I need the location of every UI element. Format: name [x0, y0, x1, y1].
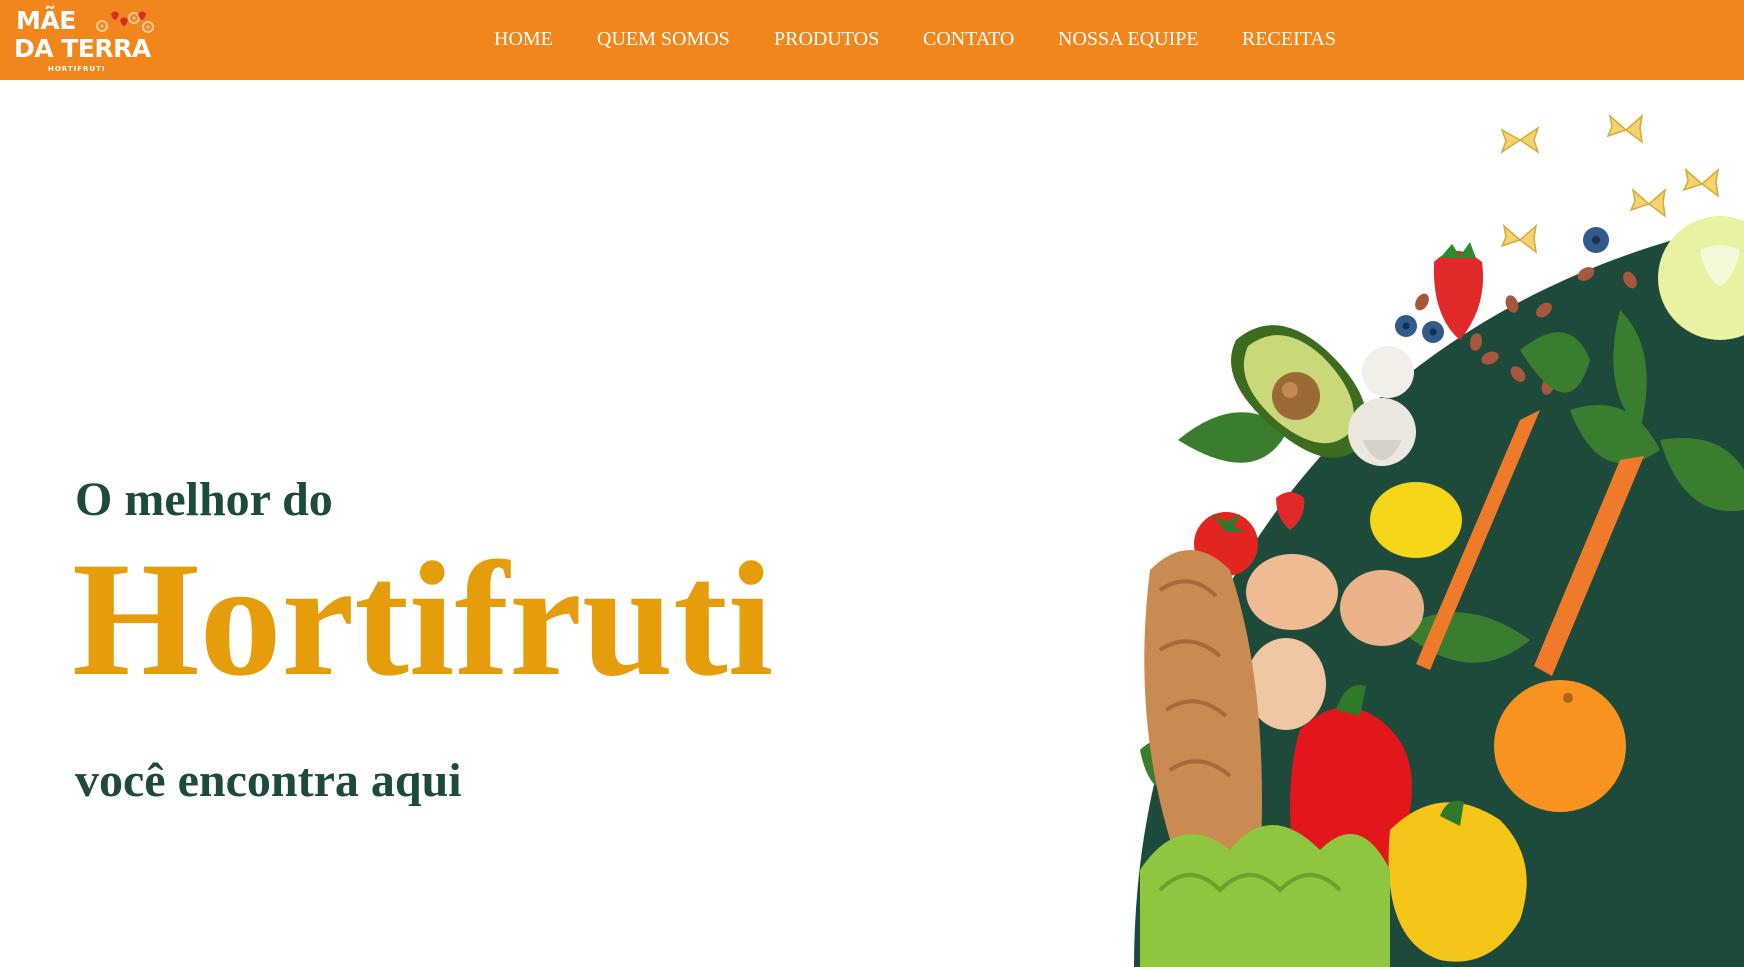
logo-text-line1: MÃE	[16, 6, 76, 35]
nav-link-quem-somos[interactable]: QUEM SOMOS	[597, 28, 730, 51]
brand-logo[interactable]: MÃE DA TERRA HORTIFRUTI	[14, 4, 154, 76]
nav-link-nossa-equipe[interactable]: NOSSA EQUIPE	[1058, 28, 1199, 51]
fruit-decoration-icon	[96, 11, 154, 33]
nav-link-receitas[interactable]: RECEITAS	[1242, 28, 1336, 51]
hero-intro-text: O melhor do	[75, 473, 333, 526]
nav-link-home[interactable]: HOME	[494, 28, 553, 51]
nav-link-produtos[interactable]: PRODUTOS	[774, 28, 879, 51]
hero-headline: Hortifruti	[72, 529, 774, 710]
hero-subtext: você encontra aqui	[75, 754, 462, 807]
logo-text-line2: DA TERRA	[14, 34, 151, 63]
produce-illustration	[1134, 114, 1744, 967]
top-navbar: MÃE DA TERRA HORTIFRUTI HOME QUEM SOMOS …	[0, 0, 1744, 80]
logo-tagline: HORTIFRUTI	[48, 65, 106, 73]
nav-link-contato[interactable]: CONTATO	[923, 28, 1014, 51]
